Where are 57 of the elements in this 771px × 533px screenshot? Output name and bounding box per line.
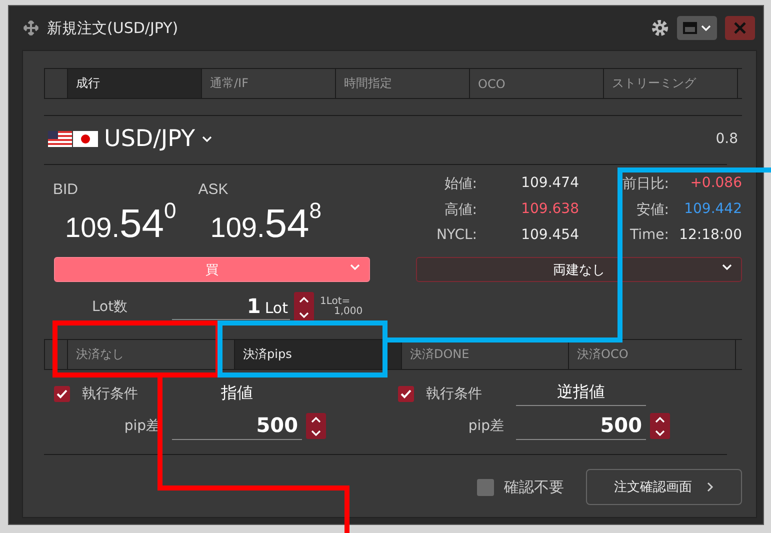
quote-label: ASK	[198, 181, 230, 198]
pip-label: pip差	[468, 417, 505, 435]
stat-value: 109.638	[520, 201, 580, 219]
chevron-right-icon	[706, 481, 714, 493]
stat-value: +0.086	[689, 175, 742, 193]
spread-value: 0.8	[716, 131, 738, 147]
stat-label: NYCL:	[435, 227, 478, 245]
down-caret-icon	[349, 263, 361, 271]
checkbox[interactable]	[54, 386, 70, 402]
settlement-tab[interactable]: 決済pips	[234, 340, 401, 369]
stat-label: 安値:	[635, 201, 670, 220]
pip-field[interactable]: 500	[516, 412, 646, 440]
stat-label: 前日比:	[621, 175, 670, 194]
up-caret-icon	[654, 416, 666, 424]
window-title: 新規注文(USD/JPY)	[47, 18, 180, 38]
condition-field[interactable]: 逆指値	[516, 382, 646, 406]
stat-label: 高値:	[443, 201, 478, 220]
condition-value: 指値	[220, 382, 254, 404]
lot-label: Lot数	[92, 298, 129, 316]
down-caret-icon	[201, 135, 214, 143]
checkmark-icon	[400, 389, 412, 399]
down-caret-icon	[298, 310, 310, 318]
checkbox[interactable]	[398, 386, 414, 402]
quote-label: BID	[53, 181, 80, 198]
move-icon[interactable]	[23, 20, 39, 36]
stat-value: 109.454	[520, 227, 580, 245]
down-caret-icon	[700, 24, 712, 32]
lot-size-note: 1Lot= 1,000	[320, 297, 363, 317]
close-icon	[733, 21, 747, 35]
checkbox[interactable]	[477, 478, 494, 496]
window-icon	[682, 22, 696, 34]
up-caret-icon	[298, 296, 310, 304]
settings-icon[interactable]	[651, 19, 669, 37]
stat-value: 109.442	[683, 201, 742, 219]
window-mode-button[interactable]	[677, 16, 717, 40]
hedge-dropdown[interactable]: 両建なし	[416, 257, 742, 282]
stat-label: 始値:	[443, 175, 478, 194]
currency-pair[interactable]: USD/JPY	[104, 126, 196, 152]
stat-label: Time:	[629, 227, 670, 245]
order-type-tab[interactable]: 成行	[67, 69, 201, 98]
skip-confirm-label: 確認不要	[504, 478, 564, 496]
pip-spinner[interactable]	[650, 413, 670, 439]
lot-field[interactable]: 1 Lot	[172, 294, 290, 320]
pip-field[interactable]: 500	[172, 412, 302, 440]
down-caret-icon	[654, 428, 666, 436]
lot-spinner[interactable]	[294, 292, 314, 322]
stat-value: 12:18:00	[678, 227, 742, 245]
flags-icon	[48, 131, 98, 147]
pip-spinner[interactable]	[306, 413, 326, 439]
up-caret-icon	[310, 416, 322, 424]
checkmark-icon	[56, 389, 68, 399]
condition-label: 執行条件	[82, 385, 138, 403]
down-caret-icon	[721, 263, 733, 271]
down-caret-icon	[310, 428, 322, 436]
stat-value: 109.474	[520, 175, 580, 193]
order-confirm-button[interactable]: 注文確認画面	[586, 469, 742, 505]
condition-label: 執行条件	[426, 385, 482, 403]
